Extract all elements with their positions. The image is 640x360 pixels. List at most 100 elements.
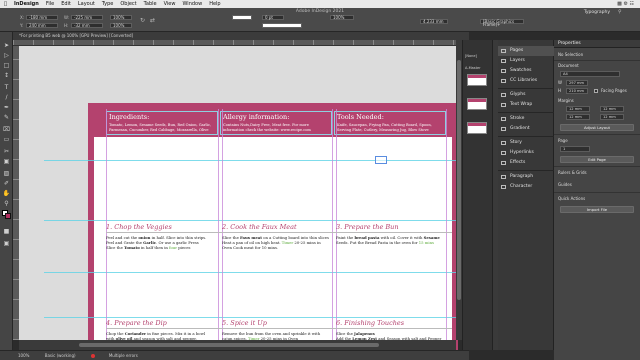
panel-character[interactable]: Character (498, 182, 554, 192)
page-number-field[interactable]: 1 (560, 146, 590, 152)
menu-help[interactable]: Help (209, 1, 220, 7)
page-tool-icon[interactable]: □ (2, 62, 11, 70)
menu-window[interactable]: Window (182, 1, 202, 7)
ingredients-frame[interactable]: Ingredients: Tomato, Lemon, Sesame Seeds… (106, 111, 218, 135)
gap-tool-icon[interactable]: ↕ (2, 72, 11, 80)
menu-object[interactable]: Object (120, 1, 136, 7)
apply-color-icon[interactable]: ■ (2, 228, 11, 236)
search-icon[interactable]: ⚲ (618, 9, 622, 15)
object-style[interactable]: [Basic Graphics Frame]+ (480, 19, 524, 27)
import-file-button[interactable]: Import File (560, 206, 634, 213)
horizontal-scrollbar[interactable] (19, 340, 456, 350)
document-tab[interactable]: *For printing B5 web @ 100% [GPU Preview… (13, 32, 469, 40)
panel-story[interactable]: Story (498, 138, 554, 148)
x-field[interactable]: -180 mm (26, 15, 58, 20)
rectangle-frame-tool-icon[interactable]: ⌧ (2, 126, 11, 134)
page-thumbnail[interactable] (467, 122, 487, 134)
a-master-label[interactable]: A-Master (465, 66, 481, 70)
menu-type[interactable]: Type (102, 1, 113, 7)
step-3-frame[interactable]: 3. Prepare the Bun Paint the bread pasta… (336, 223, 452, 245)
scale-x-field[interactable]: 100% (110, 15, 132, 20)
menu-table[interactable]: Table (144, 1, 157, 7)
guide-horizontal[interactable] (44, 317, 504, 318)
ref-field[interactable]: 4.233 mm (420, 19, 448, 24)
pencil-tool-icon[interactable]: ✎ (2, 114, 11, 122)
stroke-color-swatch[interactable] (5, 213, 11, 219)
panel-effects[interactable]: Effects (498, 158, 554, 168)
vertical-scroll-thumb[interactable] (457, 60, 461, 300)
w-field[interactable]: -225 mm (71, 15, 103, 20)
panel-glyphs[interactable]: Glyphs (498, 90, 554, 100)
step-1-frame[interactable]: 1. Chop the Veggies Peel and cut the oni… (106, 223, 222, 250)
step-5-frame[interactable]: 5. Spice it Up Remove the bun from the o… (222, 319, 338, 341)
step-2-frame[interactable]: 2. Cook the Faux Meat Slice the Faux mea… (222, 223, 338, 250)
margin-right-field[interactable]: 12 mm (600, 114, 624, 120)
panel-cc-libraries[interactable]: CC Libraries (498, 76, 554, 86)
opacity-field[interactable]: 100% (330, 15, 354, 20)
menu-layout[interactable]: Layout (78, 1, 95, 7)
menu-edit[interactable]: Edit (61, 1, 71, 7)
panel-pages[interactable]: Pages (498, 46, 554, 56)
margin-bottom-field[interactable]: 12 mm (600, 106, 624, 112)
workspace-switcher[interactable]: Typography (584, 10, 610, 15)
flip-icon[interactable]: ⇄ (150, 17, 155, 24)
menu-view[interactable]: View (164, 1, 176, 7)
rotate-icon[interactable]: ↻ (140, 17, 145, 24)
guide-horizontal[interactable] (44, 160, 504, 161)
apple-icon[interactable]:  (4, 1, 7, 7)
free-transform-tool-icon[interactable]: ▣ (2, 158, 11, 166)
pen-tool-icon[interactable]: ✒ (2, 104, 11, 112)
menu-file[interactable]: File (46, 1, 54, 7)
stroke-type[interactable] (262, 23, 302, 28)
app-menu[interactable]: InDesign (14, 1, 39, 7)
tools-needed-frame[interactable]: Tools Needed: Knife, Saucepan, Frying Pa… (334, 111, 446, 135)
none-master-label[interactable]: [None] (465, 54, 477, 58)
gradient-tool-icon[interactable]: ▨ (2, 170, 11, 178)
scissors-tool-icon[interactable]: ✂ (2, 148, 11, 156)
edit-page-button[interactable]: Edit Page (560, 156, 634, 163)
facing-pages-checkbox[interactable] (594, 89, 598, 93)
stroke-weight-field[interactable]: 0 pt (262, 15, 284, 20)
step-6-frame[interactable]: 6. Finishing Touches Slice the Jalapenos… (336, 319, 452, 341)
panel-hyperlinks[interactable]: Hyperlinks (498, 148, 554, 158)
allergy-frame[interactable]: Allergy information: Contains Nuts,Dairy… (220, 111, 332, 135)
properties-title[interactable]: Properties (554, 40, 640, 48)
panel-swatches[interactable]: Swatches (498, 66, 554, 76)
type-tool-icon[interactable]: T (2, 84, 11, 92)
panel-text-wrap[interactable]: Text Wrap (498, 100, 554, 110)
step-2-title: 2. Cook the Faux Meat (222, 223, 338, 233)
guide-horizontal[interactable] (44, 220, 504, 221)
page-thumbnail[interactable] (467, 98, 487, 110)
margin-left-field[interactable]: 12 mm (566, 114, 590, 120)
h-field[interactable]: -32 mm (71, 23, 103, 28)
y-field[interactable]: 240 mm (26, 23, 58, 28)
page-thumbnail[interactable] (467, 74, 487, 86)
panel-paragraph[interactable]: Paragraph (498, 172, 554, 182)
direct-selection-tool-icon[interactable]: ▷ (2, 52, 11, 60)
screen-mode-icon[interactable]: ▣ (2, 240, 11, 248)
width-field[interactable]: 297 mm (566, 80, 588, 86)
line-tool-icon[interactable]: ∕ (2, 94, 11, 102)
selection-tool-icon[interactable]: ➤ (2, 42, 11, 50)
panel-layers[interactable]: Layers (498, 56, 554, 66)
eyedropper-tool-icon[interactable]: ✐ (2, 180, 11, 188)
horizontal-scroll-thumb[interactable] (79, 343, 379, 347)
step-4-frame[interactable]: 4. Prepare the Dip Chop the Coriander in… (106, 319, 222, 341)
rectangle-tool-icon[interactable]: ▭ (2, 136, 11, 144)
page-size-select[interactable]: A4 (560, 71, 620, 77)
hand-tool-icon[interactable]: ✋ (2, 190, 11, 198)
guide-horizontal[interactable] (44, 272, 504, 273)
preflight-profile[interactable]: Basic (working) (45, 353, 76, 358)
scale-y-field[interactable]: 100% (110, 23, 132, 28)
panel-gradient[interactable]: Gradient (498, 124, 554, 134)
adjust-layout-button[interactable]: Adjust Layout (560, 124, 634, 131)
preflight-status[interactable]: Multiple errors (90, 353, 152, 358)
height-field[interactable]: 210 mm (566, 88, 588, 94)
panel-stroke[interactable]: Stroke (498, 114, 554, 124)
zoom-level[interactable]: 100% (18, 353, 29, 358)
margin-top-field[interactable]: 12 mm (566, 106, 590, 112)
document-page[interactable]: Ingredients: Tomato, Lemon, Sesame Seeds… (44, 103, 504, 360)
pasteboard[interactable]: Ingredients: Tomato, Lemon, Sesame Seeds… (19, 46, 504, 360)
fill-swatch[interactable] (232, 15, 252, 20)
zoom-tool-icon[interactable]: ⚲ (2, 200, 11, 208)
